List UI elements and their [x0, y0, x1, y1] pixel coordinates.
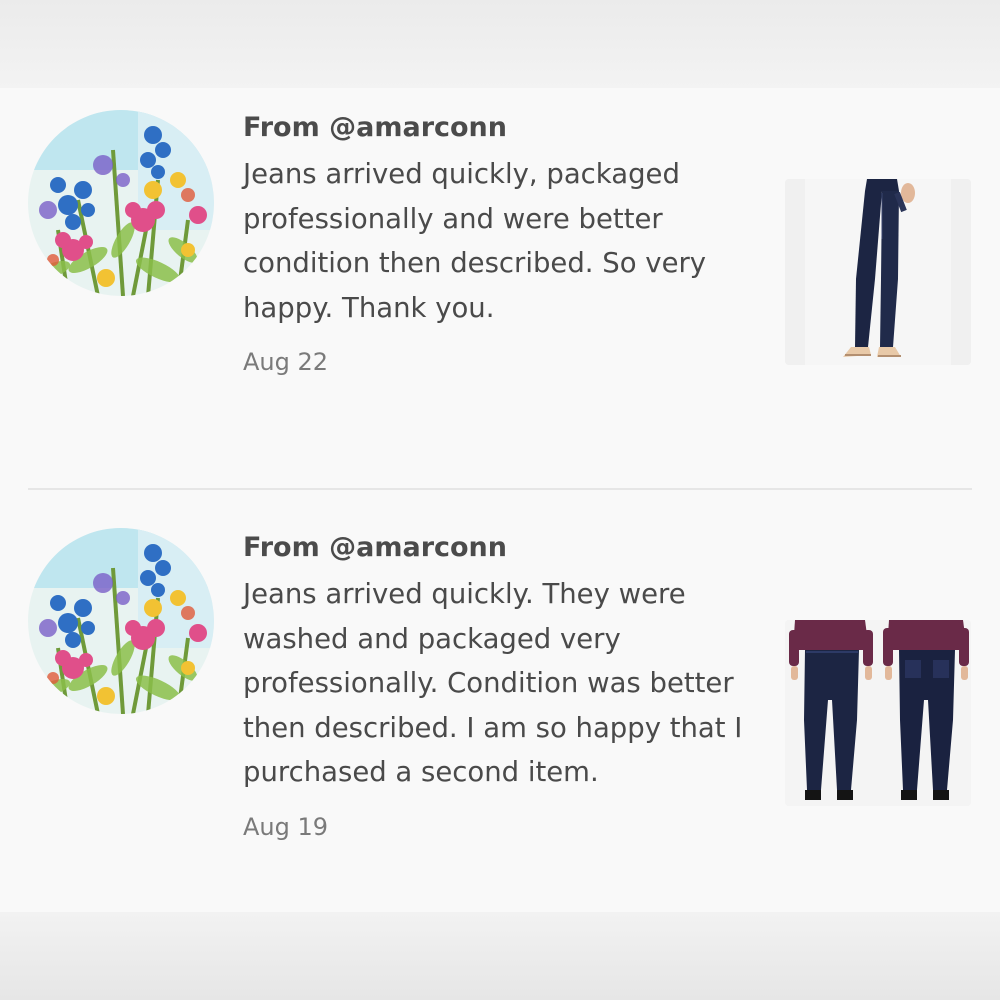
review-text: Jeans arrived quickly. They were washed …: [243, 578, 743, 788]
bottom-backdrop: [0, 912, 1000, 1000]
review-text: Jeans arrived quickly, packaged professi…: [243, 158, 707, 324]
review-author[interactable]: From @amarconn: [243, 530, 753, 566]
floral-avatar-icon[interactable]: [28, 528, 214, 714]
review-date: Aug 22: [243, 348, 329, 376]
review-author[interactable]: From @amarconn: [243, 110, 753, 146]
floral-avatar-icon[interactable]: [28, 110, 214, 296]
jeans-front-back-thumbnail-icon[interactable]: [785, 620, 971, 806]
review-item: From @amarconn Jeans arrived quickly. Th…: [0, 490, 1000, 910]
review-content: From @amarconn Jeans arrived quickly. Th…: [243, 530, 753, 845]
top-backdrop: [0, 0, 1000, 88]
review-date: Aug 19: [243, 812, 329, 841]
review-content: From @amarconn Jeans arrived quickly, pa…: [243, 110, 753, 380]
jeans-thumbnail-icon[interactable]: [785, 179, 971, 365]
review-item: From @amarconn Jeans arrived quickly, pa…: [0, 88, 1000, 488]
